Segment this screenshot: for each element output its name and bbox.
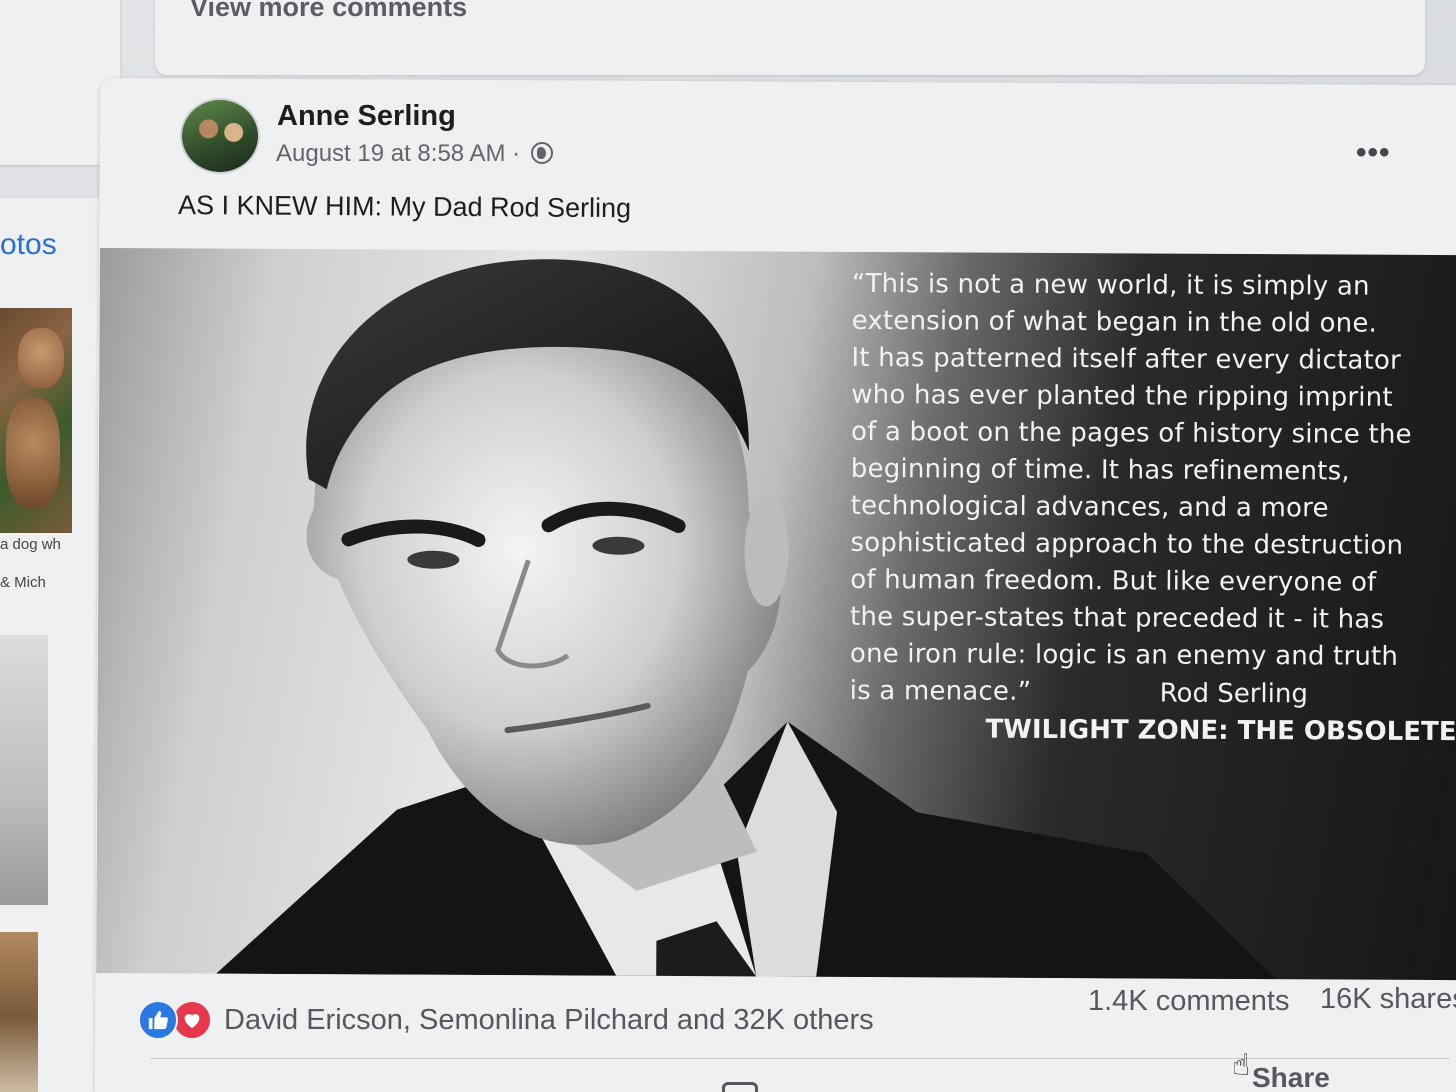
- quote-line: It has patterned itself after every dict…: [851, 342, 1401, 376]
- avatar[interactable]: [180, 98, 260, 174]
- post-image[interactable]: “This is not a new world, it is simply a…: [96, 248, 1456, 981]
- love-reaction-icon: [172, 1000, 212, 1040]
- quote-line: extension of what began in the old one.: [851, 305, 1378, 339]
- quote-source: TWILIGHT ZONE: THE OBSOLETE MAN: [985, 714, 1456, 748]
- view-more-comments-link[interactable]: View more comments: [190, 0, 467, 23]
- photo-face: [18, 328, 64, 388]
- photo-thumbnail[interactable]: [0, 635, 48, 905]
- quote-line: beginning of time. It has refinements,: [850, 453, 1350, 487]
- share-count-link[interactable]: 16K shares: [1320, 983, 1456, 1016]
- like-reaction-icon: [138, 1000, 178, 1040]
- globe-icon: [530, 142, 553, 164]
- action-divider: [150, 1058, 1450, 1059]
- photo-thumbnail[interactable]: [0, 932, 38, 1092]
- comment-count-link[interactable]: 1.4K comments: [1088, 985, 1289, 1018]
- reactions-summary[interactable]: David Ericson, Semonlina Pilchard and 32…: [138, 995, 874, 1045]
- quote-line: sophisticated approach to the destructio…: [850, 527, 1404, 561]
- share-label: Share: [1252, 1062, 1330, 1092]
- hand-cursor-icon: ☝: [1232, 1049, 1251, 1082]
- quote-line: technological advances, and a more: [850, 490, 1329, 524]
- more-options-icon[interactable]: •••: [1356, 136, 1391, 170]
- quote-line: “This is not a new world, it is simply a…: [851, 268, 1370, 302]
- post-text: AS I KNEW HIM: My Dad Rod Serling: [177, 190, 632, 224]
- quote-line: of a boot on the pages of history since …: [850, 416, 1412, 450]
- quote-text: “This is not a new world, it is simply a…: [850, 266, 1452, 713]
- photo-caption: & Mich: [0, 574, 46, 591]
- post-timestamp[interactable]: August 19 at 8:58 AM ·: [276, 140, 553, 168]
- quote-line: one iron rule: logic is an enemy and tru…: [849, 638, 1399, 672]
- reaction-names[interactable]: David Ericson, Semonlina Pilchard and 32…: [224, 1004, 874, 1037]
- screen: otos a dog wh & Mich View more comments …: [0, 0, 1456, 1092]
- post-author[interactable]: Anne Serling: [277, 100, 456, 133]
- timestamp-text[interactable]: August 19 at 8:58 AM ·: [276, 140, 520, 167]
- quote-line: is a menace.”: [849, 675, 1032, 707]
- share-button[interactable]: Share: [1200, 1062, 1330, 1092]
- quote-signature: Rod Serling: [1159, 678, 1308, 710]
- quote-line: who has ever planted the ripping imprint: [851, 379, 1393, 413]
- quote-line: the super-states that preceded it - it h…: [850, 601, 1385, 635]
- quote-line: of human freedom. But like everyone of: [850, 564, 1377, 598]
- photos-heading[interactable]: otos: [0, 228, 57, 262]
- comment-icon[interactable]: [722, 1082, 758, 1092]
- photo-caption: a dog wh: [0, 536, 61, 553]
- photo-thumbnail[interactable]: [0, 308, 72, 533]
- photo-face: [6, 398, 60, 508]
